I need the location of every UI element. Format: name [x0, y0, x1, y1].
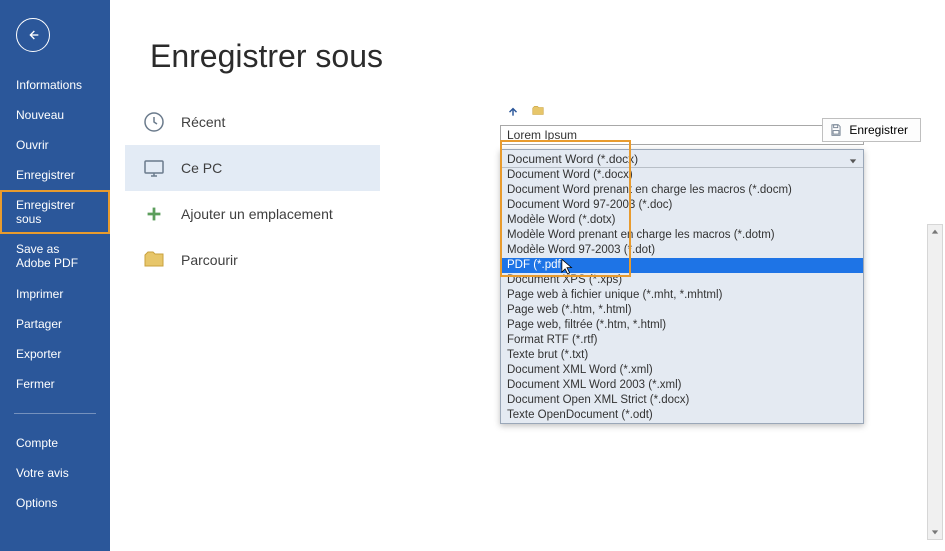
- sidebar-item-compte[interactable]: Compte: [0, 428, 110, 458]
- filetype-option[interactable]: Page web, filtrée (*.htm, *.html): [501, 318, 863, 333]
- sidebar-item-ouvrir[interactable]: Ouvrir: [0, 130, 110, 160]
- location-recent[interactable]: Récent: [125, 99, 380, 145]
- filetype-option[interactable]: Document Word (*.docx): [501, 168, 863, 183]
- filetype-option[interactable]: Modèle Word (*.dotx): [501, 213, 863, 228]
- filename-input[interactable]: Lorem Ipsum: [500, 125, 864, 145]
- scroll-down-icon[interactable]: [928, 525, 942, 539]
- sidebar-separator: [14, 413, 96, 414]
- clock-icon: [141, 109, 167, 135]
- location-recent-label: Récent: [181, 114, 225, 130]
- sidebar-item-nouveau[interactable]: Nouveau: [0, 100, 110, 130]
- open-folder-icon[interactable]: [530, 104, 546, 121]
- filetype-option[interactable]: Document Word 97-2003 (*.doc): [501, 198, 863, 213]
- save-detail-pane: Lorem Ipsum Enregistrer Document Word (*…: [500, 100, 935, 424]
- filetype-option[interactable]: Document XML Word 2003 (*.xml): [501, 378, 863, 393]
- sidebar-item-imprimer[interactable]: Imprimer: [0, 279, 110, 309]
- sidebar-item-enregistrer-sous[interactable]: Enregistrer sous: [0, 190, 110, 234]
- sidebar-item-exporter[interactable]: Exporter: [0, 339, 110, 369]
- filetype-selected[interactable]: Document Word (*.docx): [501, 150, 863, 168]
- filetype-option[interactable]: Modèle Word 97-2003 (*.dot): [501, 243, 863, 258]
- location-this-pc-label: Ce PC: [181, 160, 222, 176]
- filetype-option[interactable]: Document Open XML Strict (*.docx): [501, 393, 863, 408]
- sidebar-item-partager[interactable]: Partager: [0, 309, 110, 339]
- location-add-place-label: Ajouter un emplacement: [181, 206, 333, 222]
- filetype-option-pdf[interactable]: PDF (*.pdf): [501, 258, 863, 273]
- save-button-label: Enregistrer: [849, 123, 908, 137]
- filetype-option[interactable]: Page web (*.htm, *.html): [501, 303, 863, 318]
- plus-icon: [141, 201, 167, 227]
- backstage-sidebar: Informations Nouveau Ouvrir Enregistrer …: [0, 0, 110, 551]
- location-browse-label: Parcourir: [181, 252, 238, 268]
- filetype-option[interactable]: Format RTF (*.rtf): [501, 333, 863, 348]
- location-add-place[interactable]: Ajouter un emplacement: [125, 191, 380, 237]
- sidebar-item-votre-avis[interactable]: Votre avis: [0, 458, 110, 488]
- up-arrow-icon[interactable]: [506, 104, 520, 121]
- filename-value: Lorem Ipsum: [507, 128, 577, 142]
- filetype-option[interactable]: Document XML Word (*.xml): [501, 363, 863, 378]
- caret-down-icon: [849, 154, 857, 168]
- sidebar-item-save-as-adobe-pdf[interactable]: Save as Adobe PDF: [0, 234, 110, 279]
- location-browse[interactable]: Parcourir: [125, 237, 380, 283]
- location-this-pc[interactable]: Ce PC: [125, 145, 380, 191]
- filetype-option[interactable]: Document Word prenant en charge les macr…: [501, 183, 863, 198]
- backstage-main: Enregistrer sous Récent: [110, 0, 945, 551]
- filetype-option[interactable]: Texte brut (*.txt): [501, 348, 863, 363]
- filetype-option[interactable]: Document XPS (*.xps): [501, 273, 863, 288]
- scroll-up-icon[interactable]: [928, 225, 942, 239]
- sidebar-item-options[interactable]: Options: [0, 488, 110, 518]
- filetype-dropdown[interactable]: Document Word (*.docx) Document Word (*.…: [500, 149, 864, 424]
- monitor-icon: [141, 155, 167, 181]
- sidebar-item-enregistrer[interactable]: Enregistrer: [0, 160, 110, 190]
- scrollbar[interactable]: [927, 224, 943, 540]
- filetype-option[interactable]: Texte OpenDocument (*.odt): [501, 408, 863, 423]
- filetype-option[interactable]: Page web à fichier unique (*.mht, *.mhtm…: [501, 288, 863, 303]
- sidebar-item-fermer[interactable]: Fermer: [0, 369, 110, 399]
- back-button[interactable]: [16, 18, 50, 52]
- save-disk-icon: [829, 123, 843, 137]
- save-button[interactable]: Enregistrer: [822, 118, 921, 142]
- filetype-selected-label: Document Word (*.docx): [507, 152, 638, 166]
- sidebar-item-informations[interactable]: Informations: [0, 70, 110, 100]
- folder-icon: [141, 247, 167, 273]
- page-title: Enregistrer sous: [110, 0, 945, 99]
- filetype-option[interactable]: Modèle Word prenant en charge les macros…: [501, 228, 863, 243]
- save-locations-list: Récent Ce PC Ajout: [125, 99, 380, 283]
